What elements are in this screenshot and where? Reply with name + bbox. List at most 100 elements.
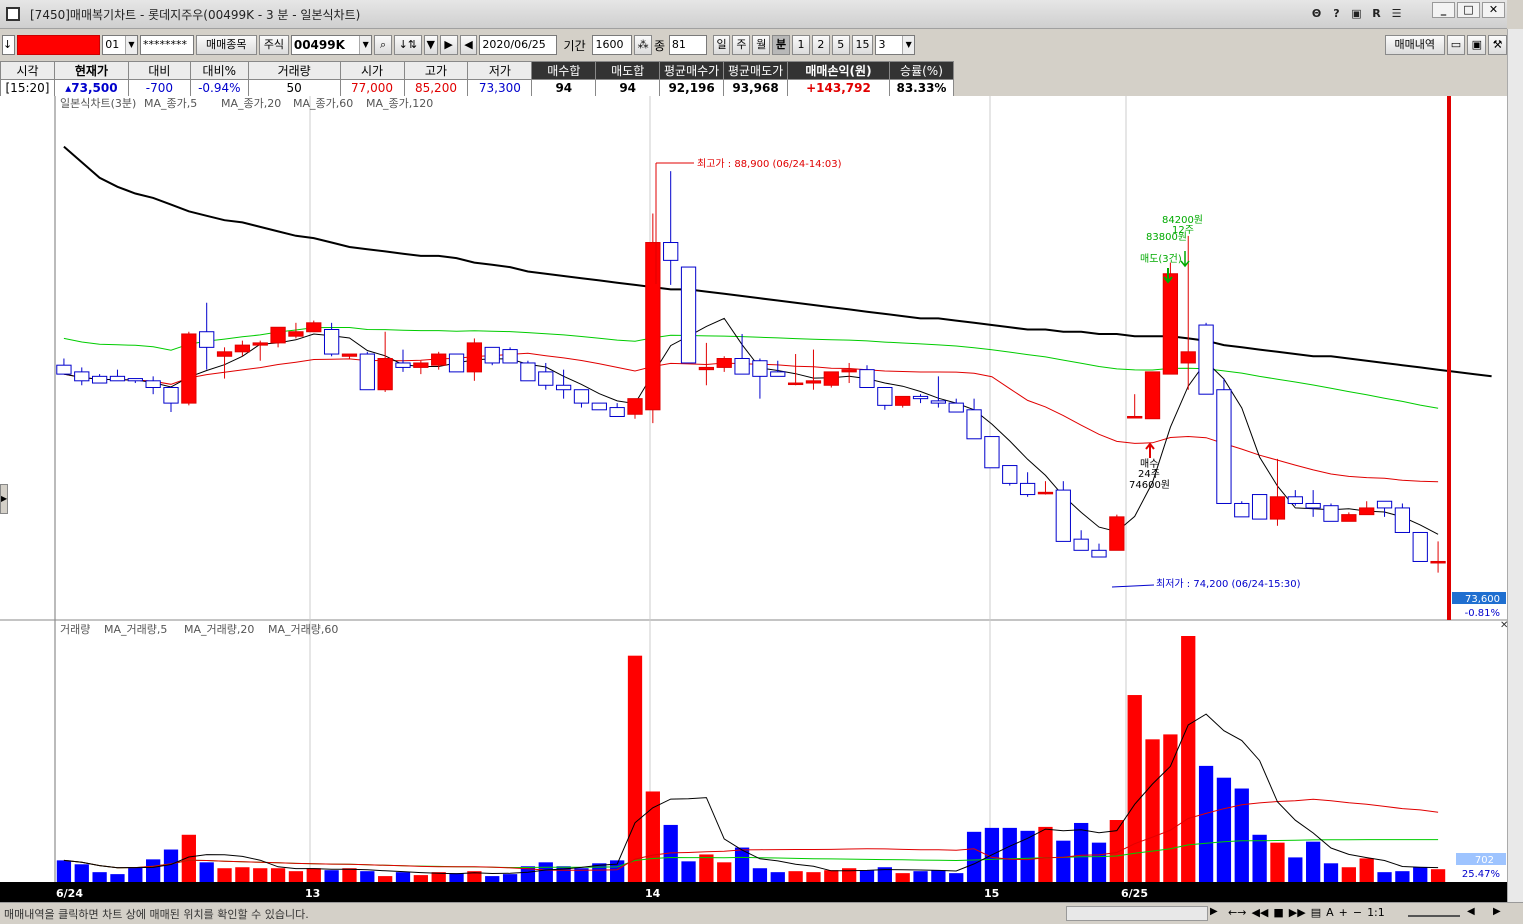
buy-qty: 24주 xyxy=(1138,469,1160,480)
summary-table: 시각 현재가 대비 대비% 거래량 시가 고가 저가 매수합 매도합 평균매수가… xyxy=(0,61,955,97)
account-field[interactable] xyxy=(16,35,101,55)
sort-icon[interactable]: ↓⇅ xyxy=(394,35,422,55)
save-icon[interactable]: ▣ xyxy=(1467,35,1487,55)
password-field[interactable]: ******** xyxy=(139,35,194,55)
trade-items-button[interactable]: 매매종목 xyxy=(195,35,258,55)
tf-week[interactable]: 주 xyxy=(732,35,751,55)
period-label: 기간 xyxy=(563,38,586,53)
minimize-button[interactable]: _ xyxy=(1432,2,1455,18)
nav-prev-icon[interactable]: ◀ xyxy=(1467,906,1475,917)
volume-ma20-line xyxy=(63,798,1439,871)
folder-icon[interactable]: ▭ xyxy=(1446,35,1466,55)
window-controls: _ □ ✕ xyxy=(1432,2,1505,18)
volume-bar xyxy=(360,871,375,882)
tf-2[interactable]: 2 xyxy=(811,35,830,55)
tf-month[interactable]: 월 xyxy=(752,35,771,55)
volume-bar xyxy=(788,871,803,882)
stop-icon[interactable]: ■ xyxy=(1273,906,1283,919)
summary-header: 시각 xyxy=(0,61,55,80)
candlestick-chart[interactable]: 일본식차트(3분) MA_종가,5 MA_종가,20 MA_종가,60 MA_종… xyxy=(0,96,1508,882)
volume-bar xyxy=(949,873,964,882)
zoom-in-icon[interactable]: + xyxy=(1339,906,1348,919)
fastforward-icon[interactable]: ▶▶ xyxy=(1289,906,1306,919)
scroll-right-icon[interactable]: ▶ xyxy=(1210,906,1218,917)
account-suffix-select[interactable]: 01 ▼ xyxy=(102,35,138,55)
ma60-line xyxy=(63,327,1439,409)
volume-bar xyxy=(1234,788,1249,882)
period-input[interactable]: 1600 xyxy=(592,35,633,55)
summary-low: 73,300 xyxy=(467,79,533,97)
tf-15[interactable]: 15 xyxy=(851,35,874,55)
wrench-icon[interactable]: ⚒ xyxy=(1488,35,1508,55)
next-icon[interactable]: ▶ xyxy=(439,35,458,55)
candle-body xyxy=(484,346,500,364)
tf-day[interactable]: 일 xyxy=(712,35,731,55)
volume-bar xyxy=(1145,739,1160,882)
chevron-down-icon[interactable]: ▼ xyxy=(902,36,915,54)
arrow-down-icon[interactable]: ↓ xyxy=(2,35,15,55)
screen-icon[interactable]: ▣ xyxy=(1348,5,1365,22)
candle-body xyxy=(323,329,340,355)
volume-bar xyxy=(717,862,732,882)
summary-header-row: 시각 현재가 대비 대비% 거래량 시가 고가 저가 매수합 매도합 평균매수가… xyxy=(0,61,955,80)
count-input[interactable]: 81 xyxy=(668,35,707,55)
nav-next-icon[interactable]: ▶ xyxy=(1493,906,1501,917)
tf-minute[interactable]: 분 xyxy=(772,35,791,55)
grid-icon[interactable]: ⁂ xyxy=(634,35,653,55)
close-button[interactable]: ✕ xyxy=(1482,2,1505,18)
volume-bar xyxy=(913,871,928,882)
chevron-down-icon[interactable]: ▼ xyxy=(423,35,438,55)
r-icon[interactable]: R xyxy=(1368,5,1385,22)
volume-bar xyxy=(253,868,268,882)
minute-select[interactable]: 3 ▼ xyxy=(875,35,916,55)
close-icon[interactable]: ✕ xyxy=(1500,620,1508,631)
tf-5[interactable]: 5 xyxy=(831,35,850,55)
search-icon[interactable]: ⌕ xyxy=(374,35,393,55)
candle-body xyxy=(1073,538,1089,551)
chart-area[interactable]: 일본식차트(3분) MA_종가,5 MA_종가,20 MA_종가,60 MA_종… xyxy=(0,96,1508,882)
expand-panel-icon[interactable]: ▶ xyxy=(0,484,8,514)
text-icon[interactable]: A xyxy=(1326,906,1334,919)
tf-1[interactable]: 1 xyxy=(792,35,810,55)
zoom-reset-button[interactable]: 1:1 xyxy=(1367,906,1385,919)
summary-change-pct: -0.94% xyxy=(189,79,249,97)
ma5-line xyxy=(63,317,1439,535)
right-scale-strip[interactable] xyxy=(1507,29,1523,902)
prev-icon[interactable]: ◀ xyxy=(459,35,478,55)
candle-body xyxy=(573,389,590,404)
candle-body xyxy=(1394,507,1411,533)
candle-body xyxy=(645,242,661,411)
volume-bar xyxy=(199,862,214,882)
scroll-track[interactable] xyxy=(1066,906,1208,921)
candle-body xyxy=(199,331,215,348)
volume-bar xyxy=(806,872,821,882)
x-axis-label: 15 xyxy=(984,887,999,900)
candle-body xyxy=(1002,465,1018,484)
pan-icon[interactable]: ←→ xyxy=(1228,906,1246,919)
zoom-slider[interactable] xyxy=(1408,909,1460,917)
volume-bar xyxy=(681,861,696,882)
market-button[interactable]: 주식 xyxy=(259,35,289,55)
rewind-icon[interactable]: ◀◀ xyxy=(1251,906,1268,919)
help-icon[interactable]: ? xyxy=(1328,5,1345,22)
zoom-out-icon[interactable]: − xyxy=(1353,906,1362,919)
chevron-down-icon[interactable]: ▼ xyxy=(124,36,137,54)
code-input[interactable]: 00499K ▼ xyxy=(290,35,373,55)
trade-history-button[interactable]: 매매내역 xyxy=(1384,35,1445,55)
summary-change: -700 xyxy=(127,79,191,97)
volume-bar xyxy=(895,873,910,882)
menu-icon[interactable]: ☰ xyxy=(1388,5,1405,22)
layout-icon[interactable]: ▤ xyxy=(1311,906,1321,919)
candle-body xyxy=(56,364,72,375)
candle-body xyxy=(502,349,518,364)
date-input[interactable]: 2020/06/25 ▼ xyxy=(479,35,557,55)
candle-body xyxy=(1359,507,1375,516)
chevron-down-icon[interactable]: ▼ xyxy=(544,54,556,55)
volume-legend-ma60: MA_거래량,60 xyxy=(268,623,338,636)
maximize-button[interactable]: □ xyxy=(1457,2,1480,18)
chevron-down-icon[interactable]: ▼ xyxy=(359,36,372,54)
candle-body xyxy=(181,333,197,404)
candle-body xyxy=(1198,324,1214,395)
theme-icon[interactable]: Θ xyxy=(1308,5,1325,22)
status-tools: ←→ ◀◀ ■ ▶▶ ▤ A + − 1:1 xyxy=(1228,906,1385,919)
